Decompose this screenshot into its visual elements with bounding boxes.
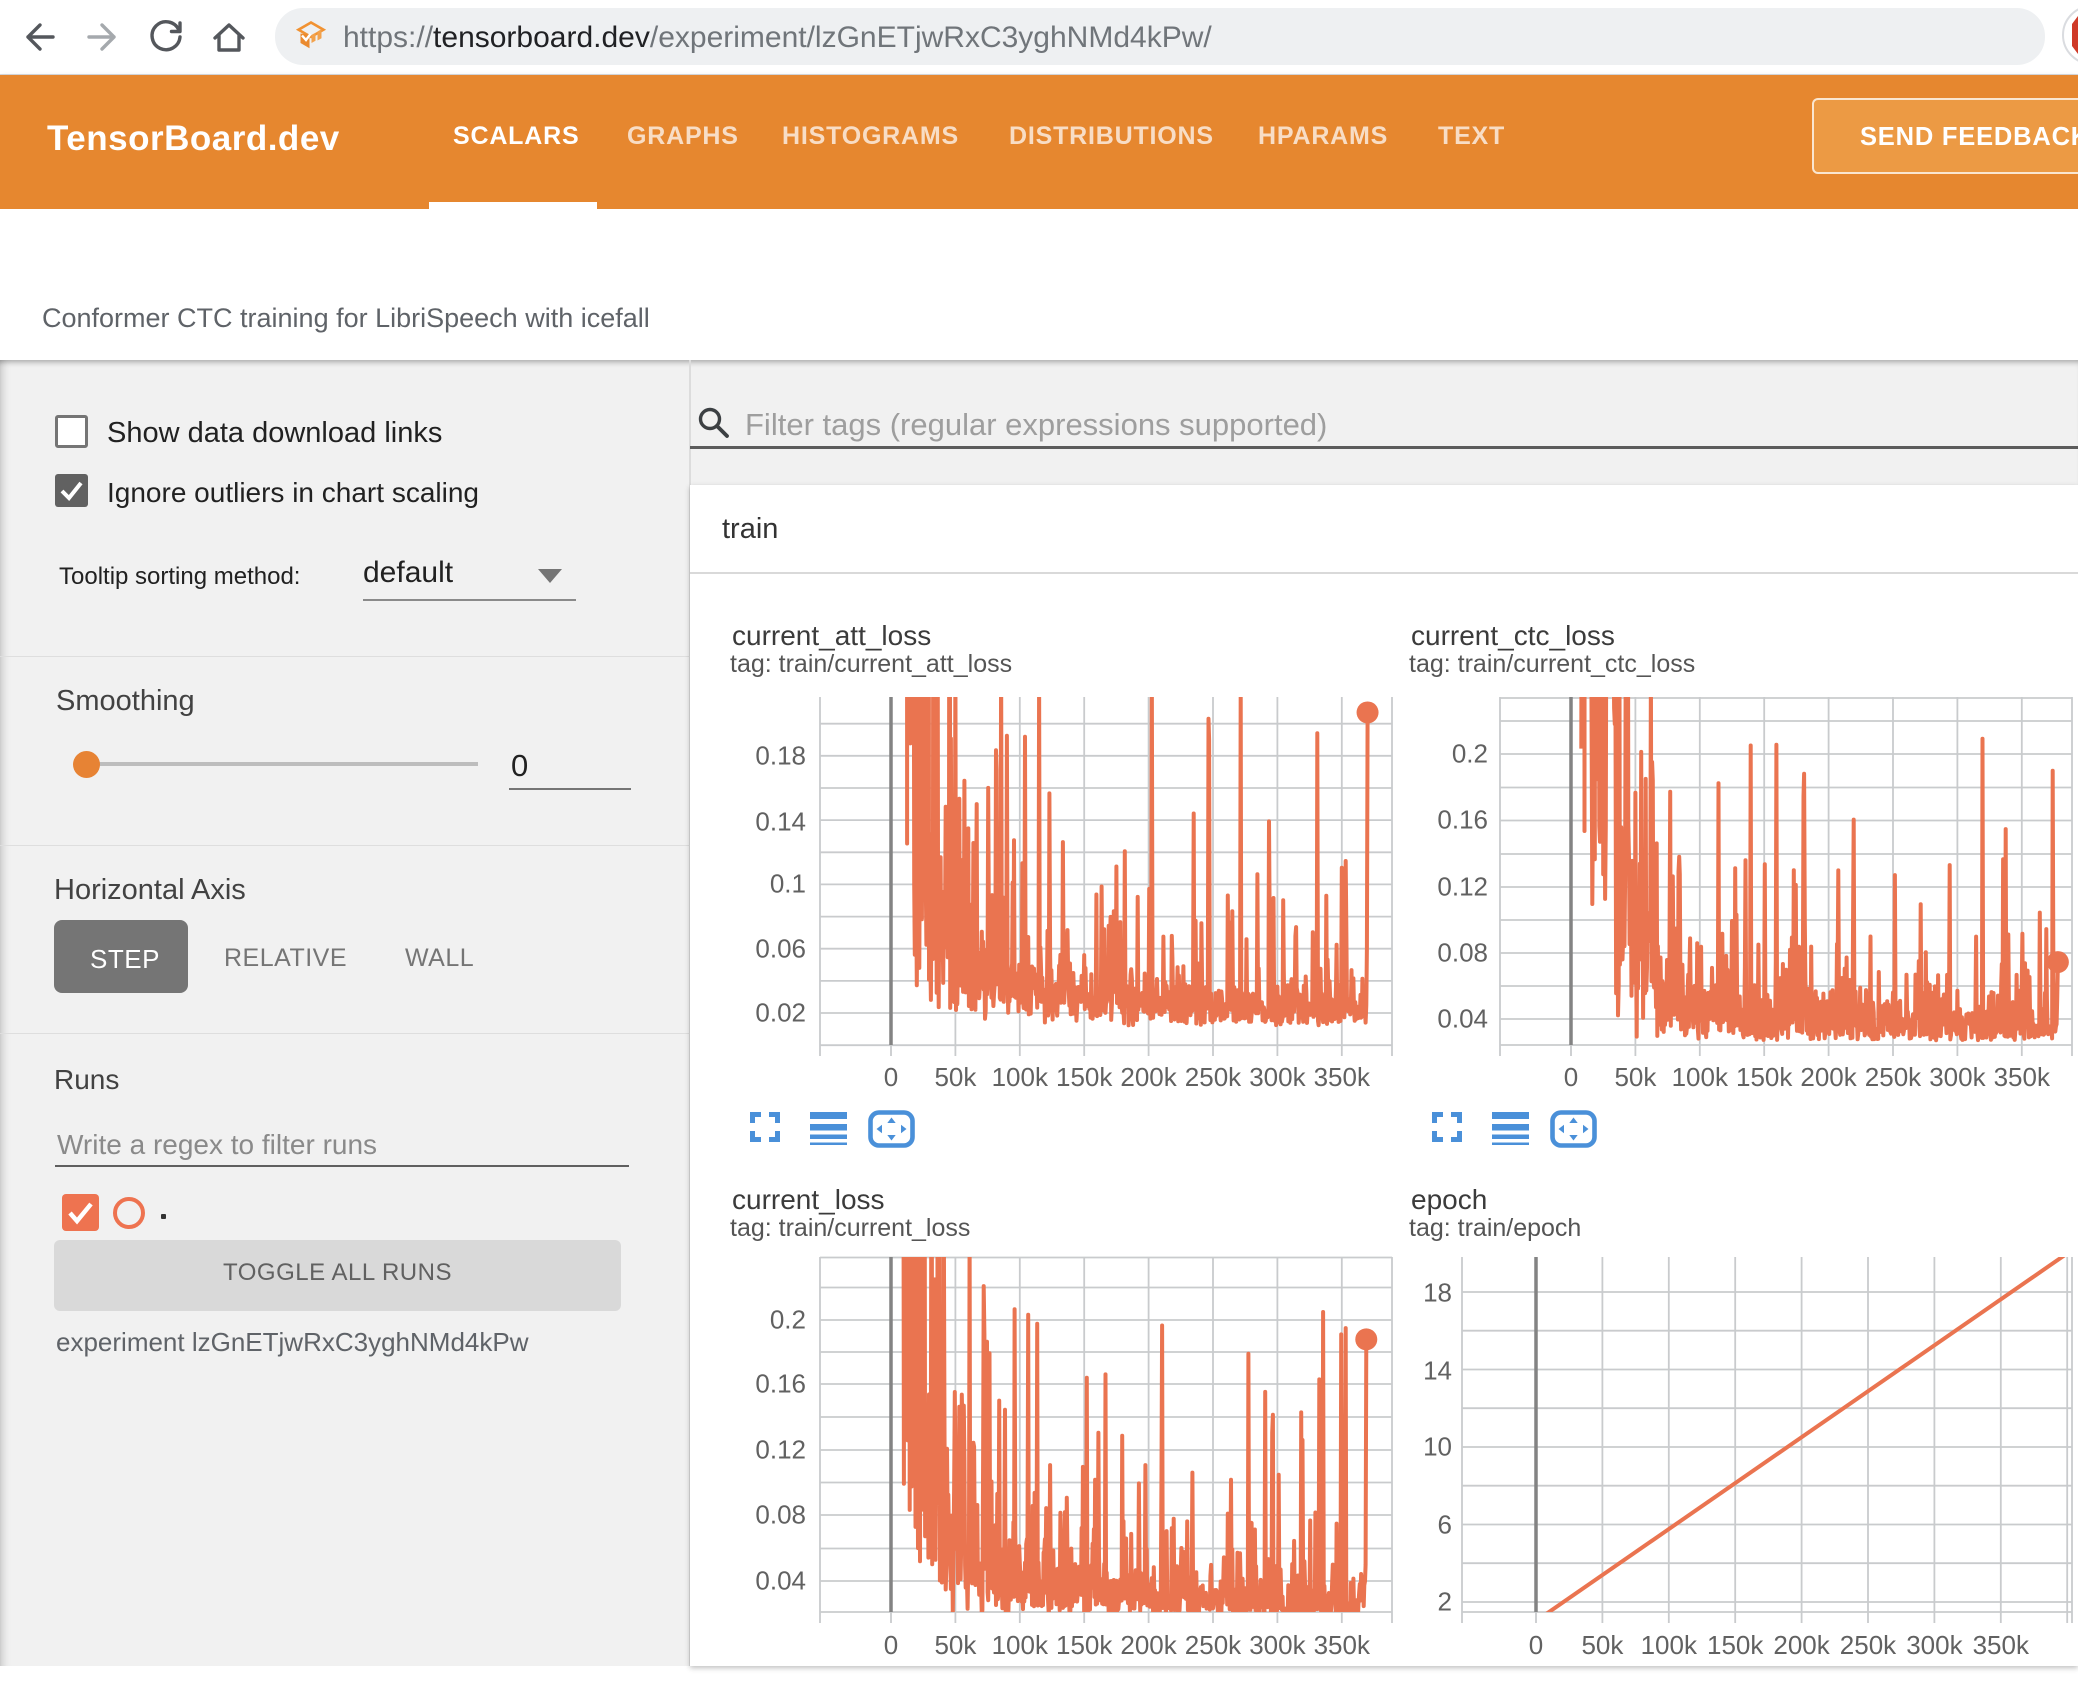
svg-text:0.2: 0.2 [1452,739,1488,769]
svg-text:14: 14 [1423,1356,1452,1386]
svg-text:6: 6 [1438,1510,1452,1540]
svg-text:0.18: 0.18 [755,741,806,771]
svg-text:2: 2 [1438,1587,1452,1617]
svg-text:0: 0 [884,1630,898,1660]
svg-text:50k: 50k [934,1062,977,1092]
svg-text:200k: 200k [1120,1630,1177,1660]
svg-text:150k: 150k [1056,1062,1113,1092]
svg-text:350k: 350k [1973,1630,2030,1660]
svg-text:18: 18 [1423,1278,1452,1308]
svg-text:0: 0 [1564,1062,1578,1092]
svg-text:250k: 250k [1840,1630,1897,1660]
svg-text:300k: 300k [1249,1630,1306,1660]
svg-text:300k: 300k [1906,1630,1963,1660]
svg-text:0.2: 0.2 [770,1305,806,1335]
svg-text:250k: 250k [1865,1062,1922,1092]
svg-text:250k: 250k [1185,1062,1242,1092]
svg-text:0.04: 0.04 [755,1566,806,1596]
svg-text:300k: 300k [1249,1062,1306,1092]
svg-text:0.02: 0.02 [755,998,806,1028]
svg-text:0.08: 0.08 [1437,938,1488,968]
svg-text:0: 0 [884,1062,898,1092]
svg-text:300k: 300k [1929,1062,1986,1092]
svg-text:0.08: 0.08 [755,1500,806,1530]
svg-text:50k: 50k [1581,1630,1624,1660]
svg-text:100k: 100k [992,1630,1049,1660]
svg-text:100k: 100k [1672,1062,1729,1092]
svg-text:200k: 200k [1120,1062,1177,1092]
svg-text:250k: 250k [1185,1630,1242,1660]
svg-text:0.06: 0.06 [755,934,806,964]
svg-text:350k: 350k [1314,1062,1371,1092]
svg-text:100k: 100k [992,1062,1049,1092]
svg-text:0.12: 0.12 [755,1435,806,1465]
svg-text:10: 10 [1423,1432,1452,1462]
svg-text:200k: 200k [1773,1630,1830,1660]
svg-text:0.14: 0.14 [755,807,806,837]
svg-text:150k: 150k [1736,1062,1793,1092]
svg-text:50k: 50k [934,1630,977,1660]
svg-text:0.12: 0.12 [1437,872,1488,902]
svg-text:50k: 50k [1614,1062,1657,1092]
svg-text:150k: 150k [1707,1630,1764,1660]
svg-text:150k: 150k [1056,1630,1113,1660]
svg-text:0: 0 [1529,1630,1543,1660]
svg-text:200k: 200k [1800,1062,1857,1092]
svg-text:100k: 100k [1641,1630,1698,1660]
svg-text:0.1: 0.1 [770,869,806,899]
svg-text:0.04: 0.04 [1437,1004,1488,1034]
svg-text:0.16: 0.16 [1437,805,1488,835]
svg-text:350k: 350k [1994,1062,2051,1092]
svg-text:0.16: 0.16 [755,1369,806,1399]
